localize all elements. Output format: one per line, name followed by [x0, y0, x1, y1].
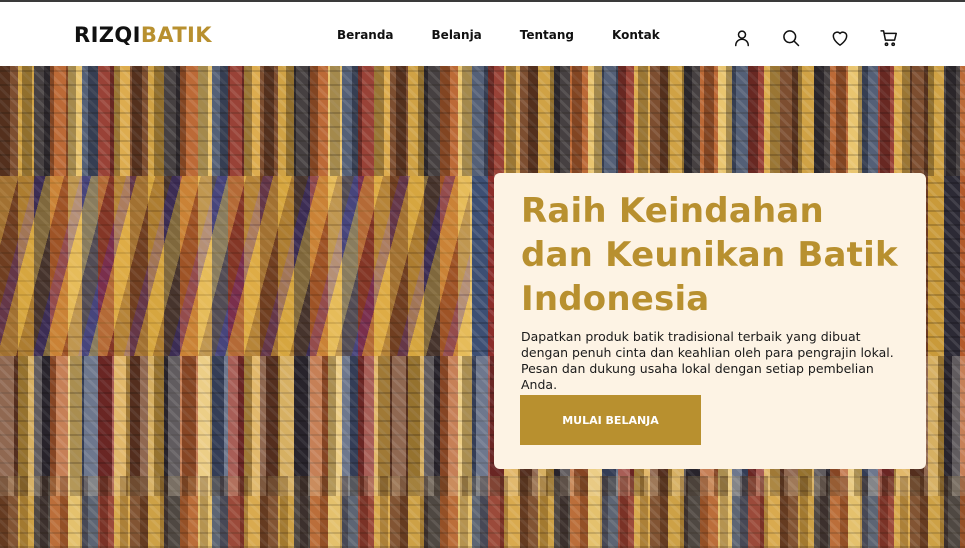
batik-fabric-pattern	[0, 476, 965, 548]
logo-text-accent: BATIK	[140, 23, 212, 47]
batik-fabric-display	[0, 176, 470, 356]
nav-link-kontak[interactable]: Kontak	[612, 28, 660, 42]
nav-link-beranda[interactable]: Beranda	[337, 28, 394, 42]
main-nav: Beranda Belanja Tentang Kontak	[337, 28, 660, 42]
start-shopping-button[interactable]: MULAI BELANJA	[520, 395, 701, 445]
brand-logo[interactable]: RIZQIBATIK	[74, 23, 212, 47]
site-header: RIZQIBATIK Beranda Belanja Tentang Konta…	[0, 2, 965, 66]
nav-link-tentang[interactable]: Tentang	[520, 28, 574, 42]
hero-card: Raih Keindahan dan Keunikan Batik Indone…	[494, 173, 926, 469]
cart-icon[interactable]	[877, 26, 901, 50]
nav-link-belanja[interactable]: Belanja	[432, 28, 482, 42]
header-actions	[705, 26, 901, 50]
search-icon[interactable]	[779, 26, 803, 50]
heart-icon[interactable]	[828, 26, 852, 50]
hero-title: Raih Keindahan dan Keunikan Batik Indone…	[521, 191, 898, 319]
hero-description: Dapatkan produk batik tradisional terbai…	[521, 329, 894, 392]
logo-text-primary: RIZQI	[74, 23, 141, 47]
user-icon[interactable]	[730, 26, 754, 50]
batik-fabric-pattern	[0, 66, 965, 176]
